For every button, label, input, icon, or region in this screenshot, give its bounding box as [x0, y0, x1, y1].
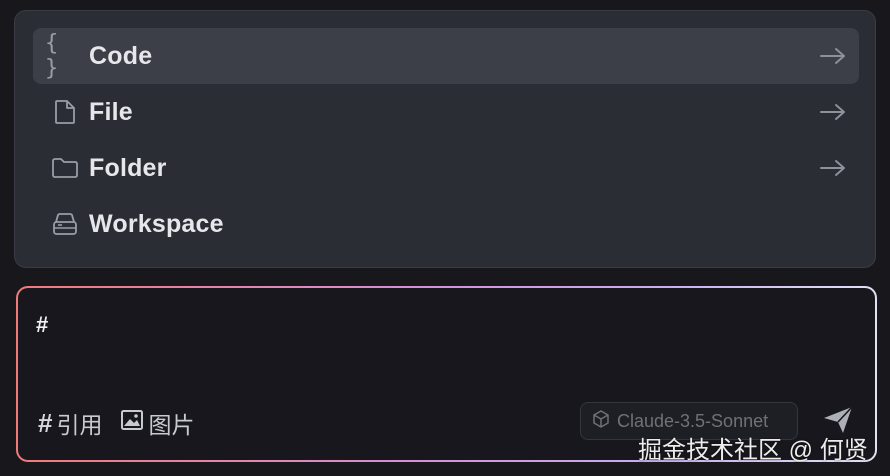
- menu-item-label: Folder: [89, 153, 167, 182]
- menu-item-file[interactable]: File: [33, 84, 859, 140]
- reference-label: 引用: [56, 412, 103, 438]
- arrow-right-icon: [813, 46, 853, 66]
- image-label: 图片: [148, 412, 195, 438]
- menu-item-folder[interactable]: Folder: [33, 140, 859, 196]
- model-label: Claude-3.5-Sonnet: [617, 410, 769, 431]
- arrow-right-icon: [813, 158, 853, 178]
- watermark: 掘金技术社区 @ 何贤: [638, 437, 868, 464]
- menu-item-label: Workspace: [89, 209, 224, 238]
- image-icon: [120, 409, 144, 437]
- menu-item-label: File: [89, 97, 133, 126]
- hash-icon: #: [38, 407, 53, 438]
- arrow-right-icon: [813, 102, 853, 122]
- composer-input[interactable]: #: [36, 312, 48, 338]
- image-button[interactable]: 图片: [120, 406, 194, 440]
- composer-toolbar: # 引用 图片: [38, 406, 194, 440]
- menu-item-code[interactable]: { } Code: [33, 28, 859, 84]
- reference-button[interactable]: # 引用: [38, 406, 102, 440]
- menu-item-label: Code: [89, 41, 153, 70]
- workspace-icon: [45, 196, 85, 252]
- mention-menu: { } Code File Folder Workspace: [14, 10, 876, 268]
- file-icon: [45, 84, 85, 140]
- menu-item-workspace[interactable]: Workspace: [33, 196, 859, 252]
- code-braces-icon: { }: [45, 31, 62, 81]
- folder-icon: [45, 140, 85, 196]
- cube-icon: [591, 409, 611, 434]
